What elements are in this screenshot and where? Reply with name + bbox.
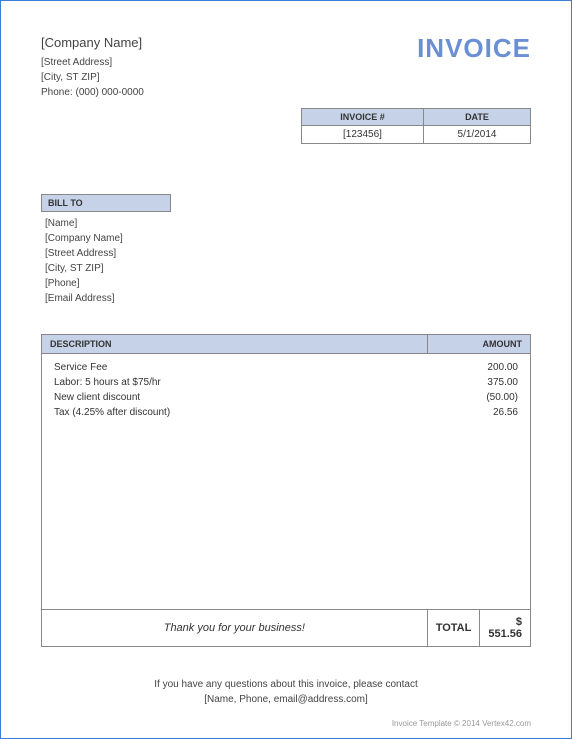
item-amount: 200.00 [427, 353, 530, 375]
item-amount: 26.56 [427, 405, 530, 420]
company-phone: Phone: (000) 000-0000 [41, 85, 144, 100]
invoice-page: [Company Name] [Street Address] [City, S… [0, 0, 572, 739]
invoice-number-label: INVOICE # [302, 108, 424, 125]
item-amount: (50.00) [427, 390, 530, 405]
invoice-date-label: DATE [423, 108, 530, 125]
col-amount: AMOUNT [427, 334, 530, 353]
item-description: Tax (4.25% after discount) [42, 405, 428, 420]
line-item: Labor: 5 hours at $75/hr 375.00 [42, 375, 531, 390]
thank-you-text: Thank you for your business! [42, 610, 428, 647]
bill-to-section: BILL TO [Name] [Company Name] [Street Ad… [41, 194, 531, 306]
items-table: DESCRIPTION AMOUNT Service Fee 200.00 La… [41, 334, 531, 648]
bill-to-lines: [Name] [Company Name] [Street Address] [… [41, 212, 531, 306]
col-description: DESCRIPTION [42, 334, 428, 353]
invoice-title: INVOICE [417, 33, 531, 64]
company-block: [Company Name] [Street Address] [City, S… [41, 33, 144, 100]
item-description: Service Fee [42, 353, 428, 375]
bill-to-company: [Company Name] [45, 231, 531, 246]
company-city: [City, ST ZIP] [41, 70, 144, 85]
item-description: New client discount [42, 390, 428, 405]
company-street: [Street Address] [41, 55, 144, 70]
meta-table: INVOICE # DATE [123456] 5/1/2014 [301, 108, 531, 144]
total-label: TOTAL [428, 610, 480, 646]
items-body: Service Fee 200.00 Labor: 5 hours at $75… [42, 353, 531, 610]
footer-line1: If you have any questions about this inv… [41, 677, 531, 692]
header: [Company Name] [Street Address] [City, S… [41, 33, 531, 100]
bill-to-email: [Email Address] [45, 291, 531, 306]
footer-line2: [Name, Phone, email@address.com] [41, 692, 531, 707]
invoice-number-value: [123456] [302, 125, 424, 143]
bill-to-name: [Name] [45, 216, 531, 231]
bill-to-street: [Street Address] [45, 246, 531, 261]
footer-text: If you have any questions about this inv… [41, 677, 531, 707]
company-name: [Company Name] [41, 33, 144, 53]
bill-to-city: [City, ST ZIP] [45, 261, 531, 276]
spacer [42, 420, 531, 610]
total-row: Thank you for your business! TOTAL $ 551… [42, 610, 531, 647]
fineprint: Invoice Template © 2014 Vertex42.com [392, 719, 531, 728]
bill-to-phone: [Phone] [45, 276, 531, 291]
invoice-date-value: 5/1/2014 [423, 125, 530, 143]
line-item: Tax (4.25% after discount) 26.56 [42, 405, 531, 420]
item-description: Labor: 5 hours at $75/hr [42, 375, 428, 390]
bill-to-header: BILL TO [41, 194, 171, 212]
line-item: New client discount (50.00) [42, 390, 531, 405]
total-value: $ 551.56 [480, 610, 530, 646]
item-amount: 375.00 [427, 375, 530, 390]
line-item: Service Fee 200.00 [42, 353, 531, 375]
